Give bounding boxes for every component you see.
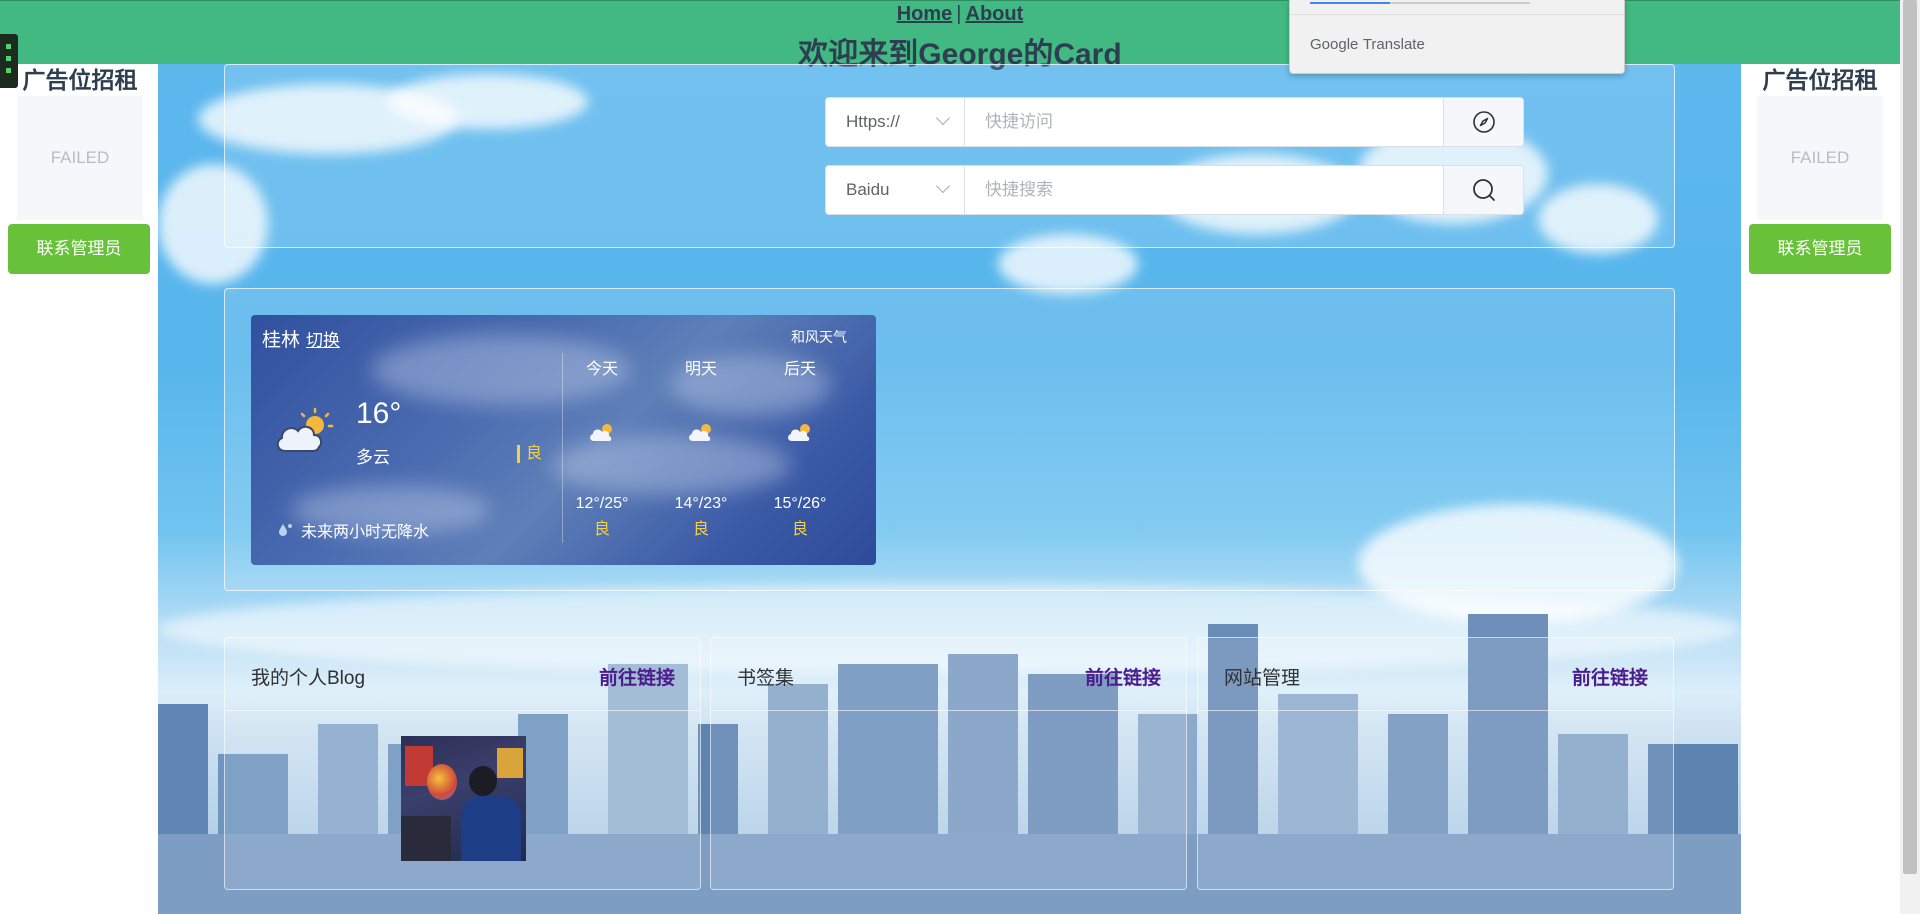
nav-separator: | (956, 3, 962, 25)
quick-search-input[interactable] (965, 166, 1443, 214)
forecast-temp-range: 12°/25° (575, 495, 629, 512)
left-ad: 广告位招租 FAILED 联系管理员 (0, 64, 160, 274)
card-link[interactable]: 前往链接 (1085, 663, 1161, 690)
engine-select[interactable]: Baidu (826, 166, 965, 214)
weather-brand: 和风天气 (791, 329, 847, 345)
protocol-value: Https:// (846, 112, 900, 131)
forecast-temp-range: 14°/23° (674, 495, 728, 512)
forecast-air-quality: 良 (593, 521, 610, 538)
forecast-day-label: 明天 (684, 361, 717, 378)
ad-image-failed: FAILED (1757, 96, 1883, 220)
nav-about-link[interactable]: About (966, 3, 1024, 25)
link-card-blog: 我的个人Blog 前往链接 (224, 637, 701, 890)
card-header: 书签集 前往链接 (711, 638, 1186, 711)
current-condition: 多云 (356, 448, 390, 467)
chevron-down-icon (935, 110, 951, 126)
scrollbar-thumb[interactable] (1903, 0, 1917, 874)
partly-cloudy-icon (276, 407, 334, 452)
card-header: 网站管理 前往链接 (1198, 638, 1673, 711)
translate-label: Translate (1362, 36, 1425, 53)
google-translate-brand: Google Translate (1310, 36, 1425, 54)
forecast-air-quality: 良 (791, 521, 808, 538)
site-header: Home | About 欢迎来到George的Card (0, 0, 1920, 71)
translate-divider (1290, 14, 1624, 15)
card-link[interactable]: 前往链接 (599, 663, 675, 690)
precipitation-forecast: 未来两小时无降水 (301, 524, 430, 541)
protocol-select[interactable]: Https:// (826, 98, 965, 146)
translate-tab-active[interactable] (1310, 2, 1390, 4)
current-temperature: 16° (356, 397, 402, 430)
url-input-group: Https:// (825, 97, 1524, 147)
nav-home-link[interactable]: Home (897, 3, 953, 25)
forecast-temp-range: 15°/26° (773, 495, 827, 512)
blog-photo (401, 736, 526, 861)
compass-icon (1472, 111, 1495, 133)
card-header: 我的个人Blog 前往链接 (225, 638, 700, 711)
search-button[interactable] (1443, 166, 1523, 214)
forecast-air-quality: 良 (692, 521, 709, 538)
raindrop-icon (279, 524, 292, 536)
card-title: 我的个人Blog (251, 668, 366, 689)
link-card-admin: 网站管理 前往链接 (1197, 637, 1674, 890)
google-logo-text: Google (1310, 36, 1359, 53)
search-icon (1472, 179, 1495, 201)
ad-title: 广告位招租 (22, 67, 138, 93)
engine-value: Baidu (846, 180, 890, 199)
chevron-down-icon (935, 178, 951, 194)
search-input-group: Baidu (825, 165, 1524, 215)
ad-image-failed: FAILED (17, 96, 143, 220)
partly-cloudy-icon (788, 424, 810, 441)
city-name: 桂林 (262, 330, 301, 351)
page-scrollbar[interactable] (1900, 0, 1920, 914)
city-switch-link[interactable]: 切换 (306, 331, 340, 350)
current-air-quality: 良 (517, 445, 542, 463)
contact-admin-button[interactable]: 联系管理员 (8, 224, 150, 274)
quick-access-panel: Https:// Baidu (224, 64, 1675, 248)
card-link[interactable]: 前往链接 (1572, 663, 1648, 690)
visit-button[interactable] (1443, 98, 1523, 146)
right-ad: 广告位招租 FAILED 联系管理员 (1740, 64, 1900, 274)
card-title: 网站管理 (1224, 668, 1301, 689)
weather-city: 桂林 切换 (262, 325, 340, 352)
top-nav: Home | About (0, 3, 1920, 26)
partly-cloudy-icon (590, 424, 612, 441)
link-card-bookmarks: 书签集 前往链接 (710, 637, 1187, 890)
weather-widget: 桂林 切换 和风天气 16° 多云 良 未来两小时无降水 今天 12°/25° 良… (251, 315, 876, 565)
partly-cloudy-icon (689, 424, 711, 441)
forecast-day-label: 今天 (585, 361, 618, 378)
card-title: 书签集 (737, 668, 795, 689)
contact-admin-button[interactable]: 联系管理员 (1749, 224, 1891, 274)
quick-url-input[interactable] (965, 98, 1443, 146)
forecast-day-label: 后天 (783, 361, 816, 378)
ad-title: 广告位招租 (1762, 67, 1878, 93)
google-translate-popup: Google Translate (1289, 0, 1625, 74)
